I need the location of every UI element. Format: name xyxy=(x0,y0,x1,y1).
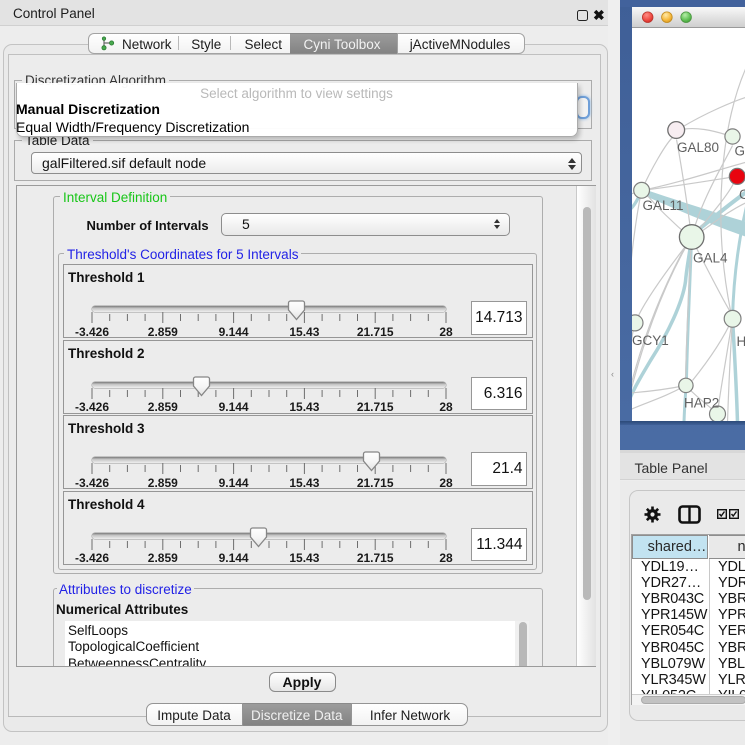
svg-text:HAP2: HAP2 xyxy=(684,395,719,410)
svg-text:GAL11: GAL11 xyxy=(642,198,683,213)
svg-text:CO: CO xyxy=(739,187,745,202)
svg-text:HI: HI xyxy=(736,334,745,349)
svg-text:GAL80: GAL80 xyxy=(677,140,719,155)
svg-text:GCY1: GCY1 xyxy=(632,333,669,348)
svg-text:GAL4: GAL4 xyxy=(693,250,728,265)
svg-text:GA: GA xyxy=(734,143,745,158)
